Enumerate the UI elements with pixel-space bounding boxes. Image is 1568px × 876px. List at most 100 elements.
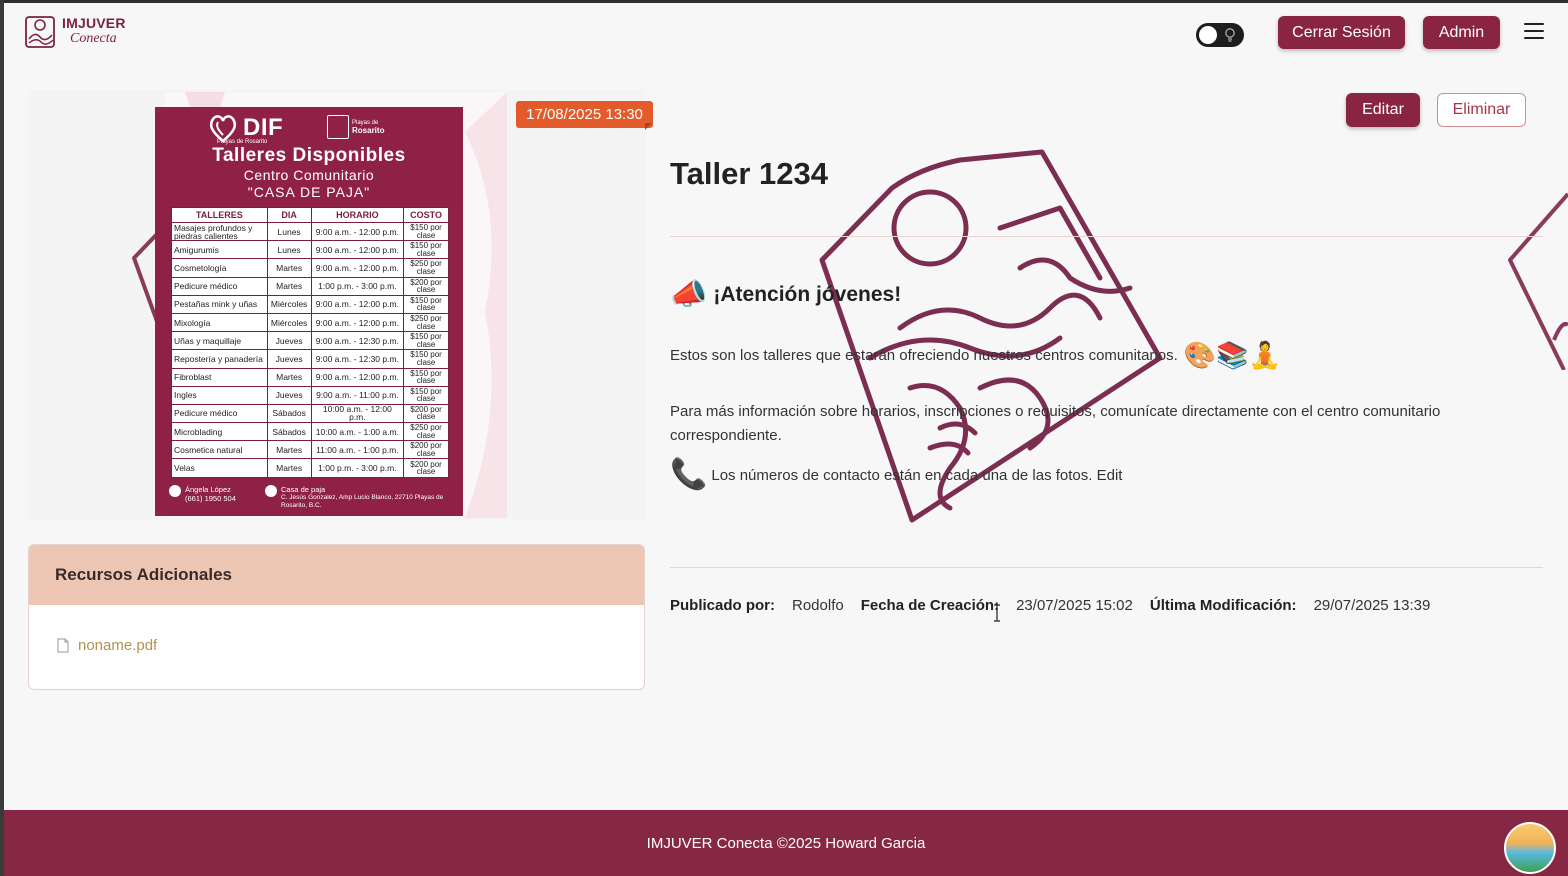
page-footer: IMJUVER Conecta ©2025 Howard Garcia (4, 810, 1568, 876)
workshop-name: Cosmetología (171, 258, 268, 278)
workshop-day: Lunes (266, 221, 312, 242)
watermark-fragment-right (1508, 192, 1568, 370)
workshop-row: Fibroblast Martes 9:00 a.m. - 12:00 p.m. $1… (171, 367, 449, 387)
published-by-label: Publicado por: (670, 597, 775, 614)
col-header: DIA (266, 207, 312, 223)
contact-name: Ángela López (185, 485, 231, 494)
workshop-hours: 9:00 a.m. - 12:30 p.m. (310, 349, 405, 369)
workshop-cost: $250 por clase (403, 312, 449, 333)
published-by-value: Rodolfo (792, 597, 844, 614)
workshop-row: Uñas y maquillaje Jueves 9:00 a.m. - 12:30… (171, 331, 449, 351)
workshop-row: Pestañas mink y uñas Miércoles 9:00 a.m. -… (171, 294, 449, 314)
paragraph-3-text: Los números de contacto están en cada un… (711, 466, 1123, 484)
modified-label: Última Modificación: (1149, 597, 1297, 614)
resource-file-link[interactable]: noname.pdf (57, 637, 157, 654)
poster-title: Talleres Disponibles (212, 145, 406, 166)
workshop-day: Sábados (266, 422, 312, 442)
edit-button[interactable]: Editar (1346, 93, 1420, 127)
post-title: Taller 1234 (670, 156, 828, 191)
resources-card: Recursos Adicionales noname.pdf (28, 544, 645, 690)
workshop-cost: $150 por clase (403, 221, 449, 242)
workshop-name: Cosmetica natural (171, 440, 268, 460)
post-metadata: Publicado por: Rodolfo Fecha de Creación… (670, 597, 1430, 614)
workshop-hours: 1:00 p.m. - 3:00 p.m. (310, 276, 405, 296)
poster-footer: Ángela López (661) 1950 504 Casa de paja… (169, 485, 459, 510)
workshop-name: Amigurumis (171, 240, 268, 260)
workshop-hours: 9:00 a.m. - 12:00 p.m. (310, 258, 405, 278)
workshop-name: Pedicure médico (171, 403, 268, 424)
menu-icon[interactable] (1524, 23, 1544, 41)
workshop-name: Fibroblast (171, 367, 268, 387)
workshop-cost: $150 por clase (403, 349, 449, 369)
workshop-table: TALLERES DIA HORARIO COSTO Masajes profu… (171, 207, 449, 478)
workshop-cost: $200 por clase (403, 440, 449, 460)
workshop-cost: $150 por clase (403, 367, 449, 387)
workshop-poster[interactable]: DIF Playas de Rosarito Playas de Rosarit… (155, 107, 463, 516)
text-cursor-icon (994, 604, 1000, 622)
logo-icon (25, 16, 55, 48)
divider (670, 567, 1543, 568)
workshop-hours: 10:00 a.m. - 1:00 a.m. (310, 422, 405, 442)
workshop-hours: 9:00 a.m. - 11:00 p.m. (310, 385, 405, 405)
workshop-hours: 9:00 a.m. - 12:00 p.m. (310, 367, 405, 387)
workshop-hours: 9:00 a.m. - 12:00 p.m. (310, 312, 405, 333)
workshop-day: Martes (266, 440, 312, 460)
phone-small-icon (169, 485, 181, 497)
workshop-hours: 9:00 a.m. - 12:00 p.m. (310, 294, 405, 314)
megaphone-icon: 📣 (670, 278, 708, 311)
attention-text: ¡Atención jóvenes! (713, 283, 902, 306)
resources-heading: Recursos Adicionales (29, 545, 644, 605)
workshop-name: Uñas y maquillaje (171, 331, 268, 351)
attention-heading: 📣 ¡Atención jóvenes! (670, 280, 901, 310)
resource-file-name: noname.pdf (78, 637, 158, 654)
rosarito-big-text: Rosarito (352, 125, 385, 135)
created-value: 23/07/2025 15:02 (1016, 597, 1133, 614)
paragraph-1-emojis: 🎨📚🧘 (1183, 340, 1281, 370)
workshop-day: Miércoles (266, 312, 312, 333)
workshop-day: Martes (266, 458, 312, 478)
workshop-hours: 1:00 p.m. - 3:00 p.m. (310, 458, 405, 478)
workshop-hours: 9:00 a.m. - 12:00 p.m. (310, 240, 405, 260)
logo-subtitle: Conecta (70, 31, 117, 46)
paragraph-2: Para más información sobre horarios, ins… (670, 403, 1441, 444)
workshop-row: Pedicure médico Martes 1:00 p.m. - 3:00 p.… (171, 276, 449, 296)
poster-subtitle: Centro Comunitario (243, 167, 375, 183)
workshop-row: Pedicure médico Sábados 10:00 a.m. - 12:00… (171, 403, 449, 424)
workshop-hours: 11:00 a.m. - 1:00 p.m. (310, 440, 405, 460)
workshop-name: Pedicure médico (171, 276, 268, 296)
paragraph-1-text: Estos son los talleres que estarán ofrec… (670, 347, 1178, 364)
brand-logo[interactable]: IMJUVER Conecta (24, 13, 126, 49)
workshop-row: Cosmetología Martes 9:00 a.m. - 12:00 p.m.… (171, 258, 449, 278)
workshop-name: Ingles (171, 385, 268, 405)
workshop-name: Microblading (171, 422, 268, 442)
rosarito-logo: Playas de Rosarito (327, 115, 384, 139)
delete-button[interactable]: Eliminar (1437, 93, 1526, 127)
workshop-cost: $150 por clase (403, 294, 449, 314)
workshop-row: Ingles Jueves 9:00 a.m. - 11:00 p.m. $150 p… (171, 385, 449, 405)
lightbulb-icon (1225, 28, 1235, 42)
logout-button[interactable]: Cerrar Sesión (1278, 16, 1405, 49)
workshop-day: Miércoles (266, 294, 312, 314)
workshop-row: Microblading Sábados 10:00 a.m. - 1:00 a.m… (171, 422, 449, 442)
paragraph-1: Estos son los talleres que estarán ofrec… (670, 340, 1281, 371)
workshop-name: Mixología (171, 312, 268, 333)
place-name: Casa de paja (281, 485, 326, 494)
workshop-cost: $250 por clase (403, 422, 449, 442)
col-header: HORARIO (310, 207, 405, 223)
workshop-row: Velas Martes 1:00 p.m. - 3:00 p.m. $200 por… (171, 458, 449, 478)
admin-button[interactable]: Admin (1423, 16, 1500, 49)
workshop-cost: $150 por clase (403, 385, 449, 405)
workshop-name: Velas (171, 458, 268, 478)
theme-toggle[interactable] (1196, 23, 1244, 47)
poster-subtitle-venue: "CASA DE PAJA" (247, 184, 371, 200)
workshop-cost: $200 por clase (403, 403, 449, 424)
modified-value: 29/07/2025 13:39 (1313, 597, 1431, 614)
toggle-knob (1199, 26, 1217, 44)
workshop-day: Martes (266, 276, 312, 296)
created-label: Fecha de Creación: (860, 597, 1000, 614)
avatar-beach-icon[interactable] (1504, 822, 1556, 874)
date-badge-fold (645, 123, 652, 130)
window-left-border (0, 0, 4, 876)
contact-phone: (661) 1950 504 (185, 494, 236, 503)
logo-title: IMJUVER (62, 15, 126, 31)
